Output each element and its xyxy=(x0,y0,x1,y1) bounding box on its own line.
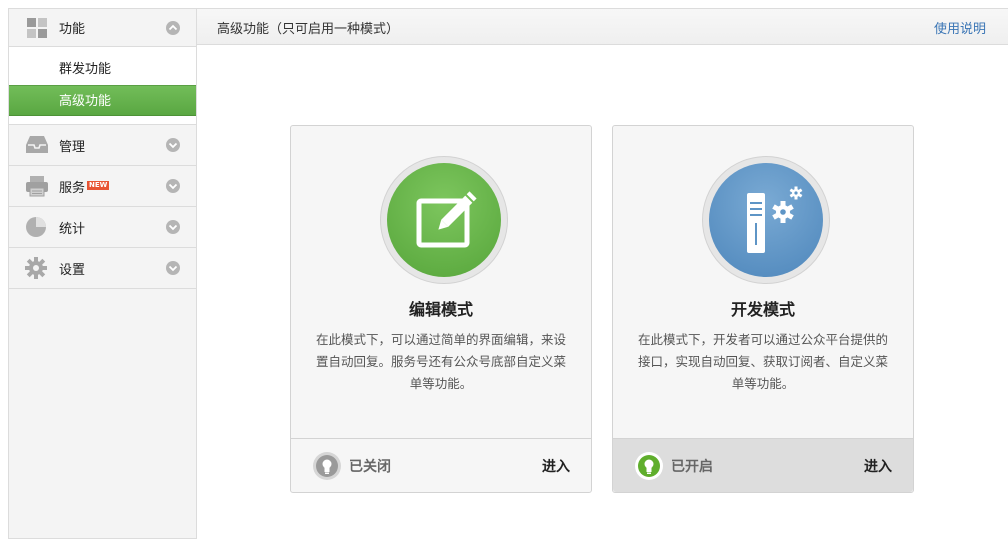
grid-icon xyxy=(25,17,49,39)
enter-edit-mode-button[interactable]: 进入 xyxy=(542,456,570,476)
edit-mode-card: 编辑模式 在此模式下，可以通过简单的界面编辑，来设置自动回复。服务号还有公众号底… xyxy=(290,125,592,493)
chevron-down-icon[interactable] xyxy=(166,220,180,234)
menu-label-text: 服务 xyxy=(59,180,86,196)
menu-label: 统计 xyxy=(59,221,86,237)
developer-mode-card: 开发模式 在此模式下，开发者可以通过公众平台提供的接口，实现自动回复、获取订阅者… xyxy=(612,125,914,493)
chevron-down-icon[interactable] xyxy=(166,138,180,152)
menu-group-statistics[interactable]: 统计 xyxy=(9,207,196,248)
edit-mode-icon-ring xyxy=(380,156,508,284)
menu-group-features[interactable]: 功能 xyxy=(9,8,196,47)
status-label: 已开启 xyxy=(671,459,713,475)
submenu-features: 群发功能 高级功能 xyxy=(9,47,196,125)
server-gear-icon xyxy=(709,163,823,277)
submenu-item-advanced[interactable]: 高级功能 xyxy=(9,85,196,116)
menu-group-manage[interactable]: 管理 xyxy=(9,125,196,166)
pie-chart-icon xyxy=(25,216,49,238)
menu-group-service[interactable]: 服务 NEW xyxy=(9,166,196,207)
menu-label: 功能 xyxy=(59,22,86,37)
chevron-down-icon[interactable] xyxy=(166,179,180,193)
inbox-icon xyxy=(25,134,49,156)
enter-developer-mode-button[interactable]: 进入 xyxy=(864,456,892,476)
card-description: 在此模式下，可以通过简单的界面编辑，来设置自动回复。服务号还有公众号底部自定义菜… xyxy=(315,332,566,391)
page-header: 高级功能（只可启用一种模式） 使用说明 xyxy=(197,8,1008,45)
card-footer: 已关闭 进入 xyxy=(291,438,591,492)
card-footer: 已开启 进入 xyxy=(613,438,913,492)
help-link[interactable]: 使用说明 xyxy=(934,18,986,37)
menu-label: 管理 xyxy=(59,139,86,155)
card-title: 开发模式 xyxy=(730,300,795,319)
menu-label: 设置 xyxy=(59,262,86,278)
sidebar: 功能 群发功能 高级功能 管理 服务 NEW 统计 设置 xyxy=(8,8,197,539)
chevron-down-icon[interactable] xyxy=(166,261,180,275)
lightbulb-off-icon xyxy=(312,451,342,481)
new-badge: NEW xyxy=(87,180,110,190)
printer-icon xyxy=(25,175,49,197)
lightbulb-on-icon xyxy=(634,451,664,481)
developer-mode-icon-ring xyxy=(702,156,830,284)
card-title: 编辑模式 xyxy=(408,300,473,319)
menu-label: 服务 NEW xyxy=(59,177,110,196)
card-description: 在此模式下，开发者可以通过公众平台提供的接口，实现自动回复、获取订阅者、自定义菜… xyxy=(637,332,888,391)
main-content: 高级功能（只可启用一种模式） 使用说明 编辑模式 在此模式下，可以通过简单的界面… xyxy=(197,8,1008,539)
menu-group-settings[interactable]: 设置 xyxy=(9,248,196,289)
status-label: 已关闭 xyxy=(349,459,391,475)
submenu-item-broadcast[interactable]: 群发功能 xyxy=(9,54,196,85)
chevron-up-icon[interactable] xyxy=(166,20,180,35)
page-title: 高级功能（只可启用一种模式） xyxy=(217,22,400,37)
gear-icon xyxy=(25,257,49,279)
edit-icon xyxy=(387,163,501,277)
